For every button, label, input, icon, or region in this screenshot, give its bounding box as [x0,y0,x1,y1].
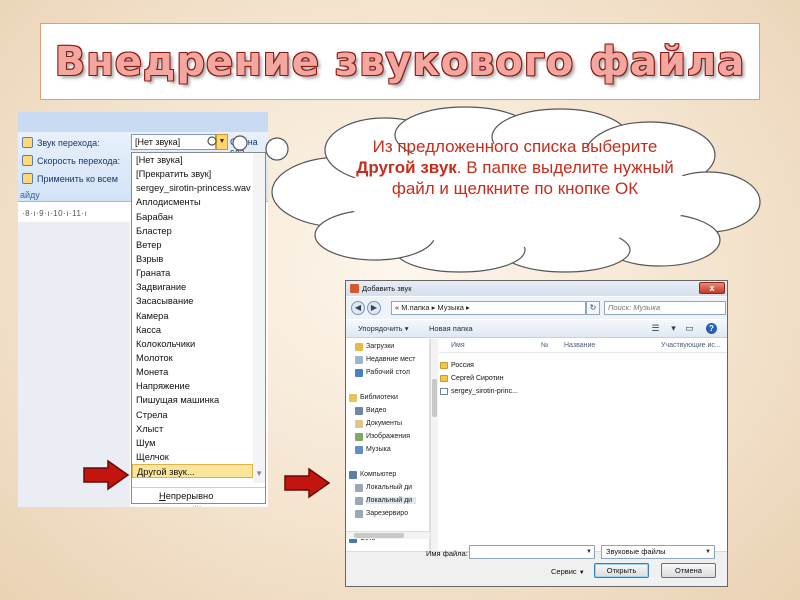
filetype-select[interactable]: Звуковые файлы ▼ [601,545,715,559]
add-sound-dialog: Добавить звук x ◀ ▶ « М.папка ▸ Музыка ▸… [345,280,728,587]
computer-icon [349,471,357,479]
documents-icon [355,420,363,428]
breadcrumb-path: « М.папка ▸ Музыка ▸ [395,303,470,312]
nav-item-downloads[interactable]: Загрузки [355,343,394,351]
view-options-icon[interactable]: ☰ [650,323,661,334]
dialog-titlebar: Добавить звук x [346,281,727,296]
app-icon [350,284,359,293]
desktop-icon [355,369,363,377]
list-item[interactable]: Россия [440,362,474,369]
filename-label: Имя файла: [426,549,468,558]
folder-icon [440,375,448,382]
preview-pane-icon[interactable]: ▭ [684,323,695,334]
breadcrumb[interactable]: « М.папка ▸ Музыка ▸ ▼ [391,301,627,315]
dialog-toolbar: Упорядочить ▾ Новая папка ☰ ▾ ▭ ? [346,320,727,338]
scroll-thumb[interactable] [354,533,404,538]
callout-tail-medium [232,135,248,151]
nav-horizontal-scrollbar[interactable] [346,531,430,539]
downloads-icon [355,343,363,351]
audio-file-icon [440,388,448,395]
nav-item-music[interactable]: Музыка [355,446,391,454]
music-icon [355,446,363,454]
arrow-to-dialog [284,467,331,499]
help-icon[interactable]: ? [706,323,717,334]
address-bar: ◀ ▶ « М.папка ▸ Музыка ▸ ▼ ↻ Поиск: Музы… [346,297,727,319]
nav-item-desktop[interactable]: Рабочий стол [355,369,410,377]
recent-places-icon [355,356,363,364]
drive-icon [355,497,363,505]
callout-tail-large [265,137,289,161]
nav-item-local-disk-1[interactable]: Локальный ди [355,484,412,492]
close-button[interactable]: x [699,282,725,294]
chevron-down-icon[interactable]: ▼ [705,546,711,558]
nav-item-local-disk-2[interactable]: Локальный ди [355,497,417,505]
drive-icon [355,510,363,518]
forward-icon[interactable]: ▶ [367,301,381,315]
open-button[interactable]: Открыть [594,563,649,578]
video-icon [355,407,363,415]
pictures-icon [355,433,363,441]
callout-tail-small [207,136,217,146]
nav-item-pictures[interactable]: Изображения [355,433,410,441]
view-dropdown-icon[interactable]: ▾ [668,323,679,334]
scroll-thumb[interactable] [432,379,437,417]
back-icon[interactable]: ◀ [351,301,365,315]
libraries-icon [349,394,357,402]
nav-item-video[interactable]: Видео [355,407,386,415]
organize-button[interactable]: Упорядочить ▾ [358,324,408,333]
navigation-pane: Загрузки Недавние мест Рабочий стол Библ… [346,339,430,551]
column-name[interactable]: Имя [451,342,465,349]
column-title[interactable]: Название [564,342,595,349]
new-folder-button[interactable]: Новая папка [429,324,473,333]
folder-icon [440,362,448,369]
nav-item-reserved[interactable]: Зарезервиро [355,510,408,518]
filename-input[interactable]: ▼ [469,545,595,559]
search-input[interactable]: Поиск: Музыка [604,301,726,315]
refresh-icon[interactable]: ↻ [586,301,600,315]
callout-text: Из предложенного списка выберите Другой … [356,137,674,198]
chevron-down-icon[interactable]: ▼ [586,546,592,558]
nav-vertical-scrollbar[interactable] [430,339,438,551]
column-artists[interactable]: Участвующие ис... [661,342,721,349]
nav-item-computer[interactable]: Компьютер [349,471,396,479]
nav-item-recent[interactable]: Недавние мест [355,356,416,364]
chevron-down-icon: ▼ [578,570,585,576]
nav-item-libraries[interactable]: Библиотеки [349,394,398,402]
list-item[interactable]: Сергей Сиротин [440,375,504,382]
drive-icon [355,484,363,492]
nav-item-documents[interactable]: Документы [355,420,402,428]
column-number[interactable]: № [541,342,549,349]
file-list-header: Имя № Название Участвующие ис... [439,339,727,353]
service-menu[interactable]: Сервис ▼ [551,567,585,576]
cancel-button[interactable]: Отмена [661,563,716,578]
dialog-title: Добавить звук [362,284,412,293]
arrow-to-other-sound [83,459,130,491]
list-item[interactable]: sergey_sirotin-princ... [440,388,518,395]
